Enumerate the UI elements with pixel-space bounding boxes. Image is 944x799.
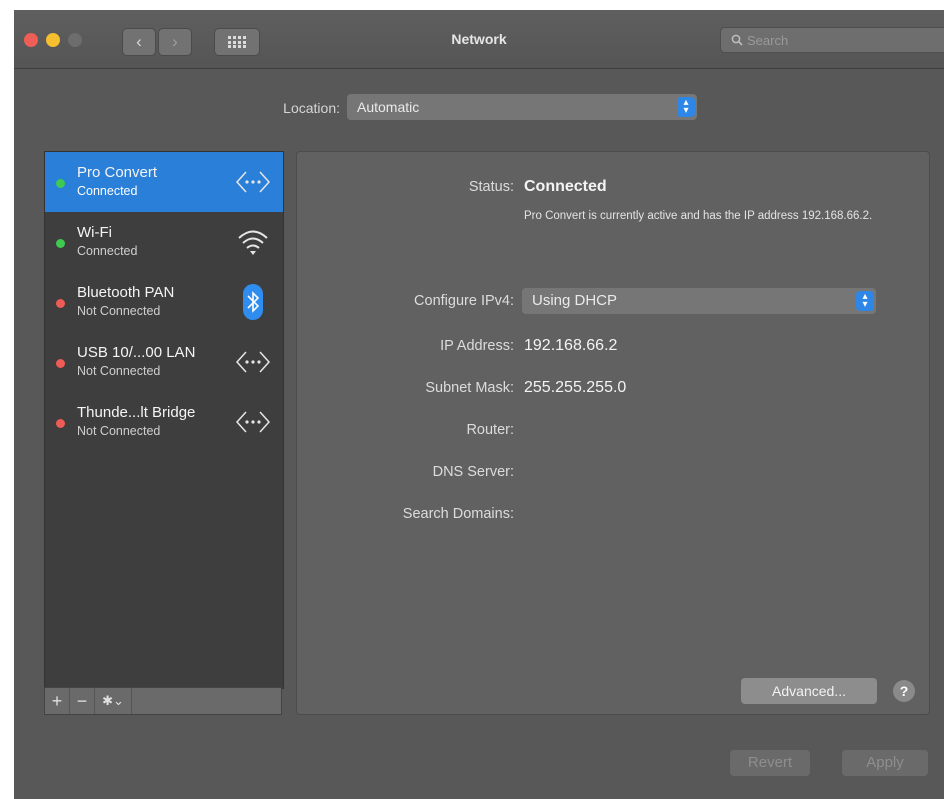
location-label: Location: bbox=[283, 100, 340, 116]
search-field[interactable]: Search bbox=[720, 27, 944, 53]
status-dot bbox=[56, 179, 65, 188]
service-status: Connected bbox=[77, 244, 138, 258]
chevron-up-down-icon: ▴ ▾ bbox=[856, 291, 874, 311]
title-bar: ‹ › Network Search bbox=[14, 10, 944, 69]
configure-ipv4-popup[interactable]: Using DHCP ▴ ▾ bbox=[522, 288, 876, 314]
configure-ipv4-value: Using DHCP bbox=[532, 292, 618, 309]
wifi-icon bbox=[233, 224, 273, 260]
status-label: Status: bbox=[468, 179, 514, 195]
service-item-usb-lan[interactable]: USB 10/...00 LAN Not Connected bbox=[45, 332, 283, 392]
search-domains-label: Search Domains: bbox=[402, 506, 514, 522]
service-list-toolbar: + − ✱⌄ bbox=[44, 687, 282, 715]
service-item-bluetooth-pan[interactable]: Bluetooth PAN Not Connected bbox=[45, 272, 283, 332]
service-name: USB 10/...00 LAN bbox=[77, 344, 196, 361]
status-dot bbox=[56, 299, 65, 308]
ethernet-arrows-icon bbox=[233, 404, 273, 440]
service-details-panel: Status: Connected Pro Convert is current… bbox=[296, 151, 930, 715]
show-all-button[interactable] bbox=[214, 28, 260, 56]
subnet-mask-label: Subnet Mask: bbox=[425, 380, 514, 396]
ethernet-arrows-icon bbox=[233, 164, 273, 200]
chevron-up-down-icon: ▴ ▾ bbox=[677, 97, 695, 117]
service-status: Not Connected bbox=[77, 304, 161, 318]
help-button[interactable]: ? bbox=[893, 680, 915, 702]
service-status: Not Connected bbox=[77, 364, 161, 378]
add-service-button[interactable]: + bbox=[45, 688, 70, 714]
location-popup[interactable]: Automatic ▴ ▾ bbox=[347, 94, 697, 120]
forward-button[interactable]: › bbox=[158, 28, 192, 56]
chevron-right-icon: › bbox=[172, 32, 178, 51]
status-dot bbox=[56, 359, 65, 368]
service-list: Pro Convert Connected Wi-Fi Connected Bl… bbox=[44, 151, 284, 689]
router-label: Router: bbox=[466, 422, 514, 438]
dns-server-label: DNS Server: bbox=[432, 464, 514, 480]
network-preferences-window: ‹ › Network Search Location: Automatic ▴… bbox=[14, 10, 944, 799]
minus-icon: − bbox=[76, 691, 88, 711]
revert-button[interactable]: Revert bbox=[730, 750, 810, 776]
service-name: Thunde...lt Bridge bbox=[77, 404, 196, 421]
status-description: Pro Convert is currently active and has … bbox=[524, 210, 873, 222]
service-item-thunderbolt-bridge[interactable]: Thunde...lt Bridge Not Connected bbox=[45, 392, 283, 452]
search-icon bbox=[731, 34, 743, 46]
service-item-wifi[interactable]: Wi-Fi Connected bbox=[45, 212, 283, 272]
bluetooth-icon bbox=[233, 284, 273, 320]
status-value: Connected bbox=[524, 178, 607, 195]
subnet-mask-value: 255.255.255.0 bbox=[524, 379, 627, 396]
ip-address-value: 192.168.66.2 bbox=[524, 337, 618, 354]
service-name: Wi-Fi bbox=[77, 224, 112, 241]
ip-address-label: IP Address: bbox=[440, 338, 514, 354]
grid-icon bbox=[228, 36, 246, 48]
status-dot bbox=[56, 239, 65, 248]
apply-button[interactable]: Apply bbox=[842, 750, 928, 776]
action-menu-button[interactable]: ✱⌄ bbox=[95, 688, 132, 714]
minimize-button[interactable] bbox=[46, 33, 60, 47]
advanced-button[interactable]: Advanced... bbox=[741, 678, 877, 704]
status-dot bbox=[56, 419, 65, 428]
chevron-left-icon: ‹ bbox=[136, 32, 142, 51]
plus-icon: + bbox=[51, 691, 63, 711]
search-placeholder: Search bbox=[747, 33, 789, 48]
gear-icon: ✱⌄ bbox=[102, 693, 124, 708]
service-item-pro-convert[interactable]: Pro Convert Connected bbox=[45, 152, 283, 212]
back-button[interactable]: ‹ bbox=[122, 28, 156, 56]
service-name: Pro Convert bbox=[77, 164, 158, 181]
ethernet-arrows-icon bbox=[233, 344, 273, 380]
service-status: Not Connected bbox=[77, 424, 161, 438]
configure-ipv4-label: Configure IPv4: bbox=[414, 293, 514, 309]
close-button[interactable] bbox=[24, 33, 38, 47]
location-value: Automatic bbox=[357, 99, 420, 115]
zoom-button[interactable] bbox=[68, 33, 82, 47]
service-name: Bluetooth PAN bbox=[77, 284, 175, 301]
remove-service-button[interactable]: − bbox=[70, 688, 95, 714]
service-status: Connected bbox=[77, 184, 138, 198]
